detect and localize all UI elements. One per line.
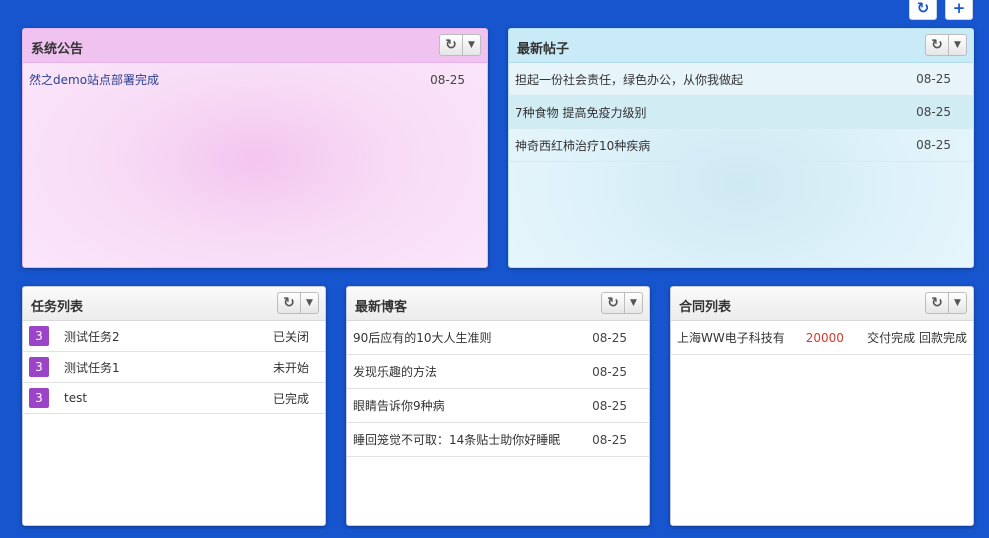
- list-item[interactable]: 担起一份社会责任，绿色办公，从你我做起 08-25: [509, 63, 973, 96]
- list-item[interactable]: 发现乐趣的方法 08-25: [347, 355, 649, 389]
- task-name-link[interactable]: 测试任务1: [64, 359, 273, 376]
- blogs-panel: 最新博客 ↻ ▼ 90后应有的10大人生准则 08-25 发现乐趣的方法 08-…: [346, 286, 650, 526]
- refresh-icon: ↻: [283, 295, 295, 311]
- list-item[interactable]: 眼睛告诉你9种病 08-25: [347, 389, 649, 423]
- panel-refresh-button[interactable]: ↻: [925, 34, 949, 56]
- item-title-link[interactable]: 7种食物 提高免疫力级别: [515, 104, 916, 121]
- task-name-link[interactable]: test: [64, 391, 273, 405]
- payment-status: 回款完成: [918, 331, 967, 345]
- panel-menu-button[interactable]: ▼: [301, 292, 319, 314]
- item-title-link[interactable]: 神奇西红柿治疗10种疾病: [515, 137, 916, 154]
- item-date: 08-25: [916, 138, 951, 152]
- panel-header: 合同列表 ↻ ▼: [671, 287, 973, 321]
- panel-menu-button[interactable]: ▼: [949, 34, 967, 56]
- refresh-all-button[interactable]: ↻: [909, 0, 937, 20]
- panel-actions: ↻ ▼: [925, 34, 967, 56]
- panel-refresh-button[interactable]: ↻: [925, 292, 949, 314]
- panel-actions: ↻ ▼: [439, 34, 481, 56]
- contract-name-link[interactable]: 上海WW电子科技有: [677, 329, 806, 346]
- task-status: 已关闭: [272, 329, 309, 344]
- priority-badge: 3: [29, 326, 49, 346]
- item-title-link[interactable]: 90后应有的10大人生准则: [353, 329, 592, 346]
- contract-amount: 20000: [805, 330, 844, 345]
- task-name-link[interactable]: 测试任务2: [64, 328, 273, 345]
- panel-header: 最新博客 ↻ ▼: [347, 287, 649, 321]
- panel-title: 任务列表: [31, 300, 84, 315]
- priority-badge: 3: [29, 388, 49, 408]
- tasks-panel: 任务列表 ↻ ▼ 3 测试任务2 已关闭 3 测试任务1 未开始 3 test …: [22, 286, 326, 526]
- panel-refresh-button[interactable]: ↻: [601, 292, 625, 314]
- caret-down-icon: ▼: [630, 298, 637, 308]
- panel-actions: ↻ ▼: [601, 292, 643, 314]
- caret-down-icon: ▼: [306, 298, 313, 308]
- panel-header: 系统公告 ↻ ▼: [23, 29, 487, 63]
- panel-title: 最新博客: [355, 300, 408, 315]
- item-title-link[interactable]: 发现乐趣的方法: [353, 363, 592, 380]
- priority-badge: 3: [29, 357, 49, 377]
- panel-menu-button[interactable]: ▼: [625, 292, 643, 314]
- item-date: 08-25: [916, 105, 951, 119]
- panel-title: 系统公告: [31, 42, 84, 57]
- refresh-icon: ↻: [916, 0, 930, 17]
- item-title-link[interactable]: 担起一份社会责任，绿色办公，从你我做起: [515, 71, 916, 88]
- panel-title: 最新帖子: [517, 42, 570, 57]
- item-date: 08-25: [916, 72, 951, 86]
- contract-status: 交付完成 回款完成: [867, 329, 967, 346]
- posts-panel: 最新帖子 ↻ ▼ 担起一份社会责任，绿色办公，从你我做起 08-25 7种食物 …: [508, 28, 974, 268]
- panel-menu-button[interactable]: ▼: [949, 292, 967, 314]
- caret-down-icon: ▼: [954, 298, 961, 308]
- item-title-link[interactable]: 眼睛告诉你9种病: [353, 397, 592, 414]
- list-item[interactable]: 7种食物 提高免疫力级别 08-25: [509, 96, 973, 129]
- item-date: 08-25: [592, 398, 627, 413]
- panel-refresh-button[interactable]: ↻: [439, 34, 463, 56]
- plus-icon: +: [952, 0, 966, 17]
- notice-panel: 系统公告 ↻ ▼ 然之demo站点部署完成 08-25: [22, 28, 488, 268]
- list-item[interactable]: 神奇西红柿治疗10种疾病 08-25: [509, 129, 973, 162]
- list-item[interactable]: 睡回笼觉不可取：14条贴士助你好睡眠 08-25: [347, 423, 649, 457]
- item-date: 08-25: [592, 432, 627, 447]
- task-row[interactable]: 3 测试任务2 已关闭: [23, 321, 325, 352]
- task-row[interactable]: 3 测试任务1 未开始: [23, 352, 325, 383]
- top-toolbar: ↻ +: [909, 0, 973, 20]
- panel-title: 合同列表: [679, 300, 732, 315]
- add-block-button[interactable]: +: [945, 0, 973, 20]
- refresh-icon: ↻: [445, 37, 457, 53]
- list-item[interactable]: 然之demo站点部署完成 08-25: [23, 63, 487, 96]
- item-title-link[interactable]: 然之demo站点部署完成: [29, 71, 430, 88]
- list-item[interactable]: 90后应有的10大人生准则 08-25: [347, 321, 649, 355]
- item-title-link[interactable]: 睡回笼觉不可取：14条贴士助你好睡眠: [353, 431, 592, 448]
- task-status: 已完成: [272, 391, 309, 406]
- refresh-icon: ↻: [607, 295, 619, 311]
- task-status: 未开始: [272, 360, 309, 375]
- item-date: 08-25: [430, 72, 465, 87]
- contracts-panel: 合同列表 ↻ ▼ 上海WW电子科技有 20000 交付完成 回款完成: [670, 286, 974, 526]
- panel-header: 最新帖子 ↻ ▼: [509, 29, 973, 63]
- contract-row[interactable]: 上海WW电子科技有 20000 交付完成 回款完成: [671, 321, 973, 355]
- panel-menu-button[interactable]: ▼: [463, 34, 481, 56]
- item-date: 08-25: [592, 364, 627, 379]
- panel-actions: ↻ ▼: [277, 292, 319, 314]
- panel-actions: ↻ ▼: [925, 292, 967, 314]
- task-row[interactable]: 3 test 已完成: [23, 383, 325, 414]
- caret-down-icon: ▼: [954, 40, 961, 50]
- panel-header: 任务列表 ↻ ▼: [23, 287, 325, 321]
- refresh-icon: ↻: [931, 37, 943, 53]
- delivery-status: 交付完成: [867, 331, 916, 345]
- item-date: 08-25: [592, 330, 627, 345]
- refresh-icon: ↻: [931, 295, 943, 311]
- caret-down-icon: ▼: [468, 40, 475, 50]
- panel-refresh-button[interactable]: ↻: [277, 292, 301, 314]
